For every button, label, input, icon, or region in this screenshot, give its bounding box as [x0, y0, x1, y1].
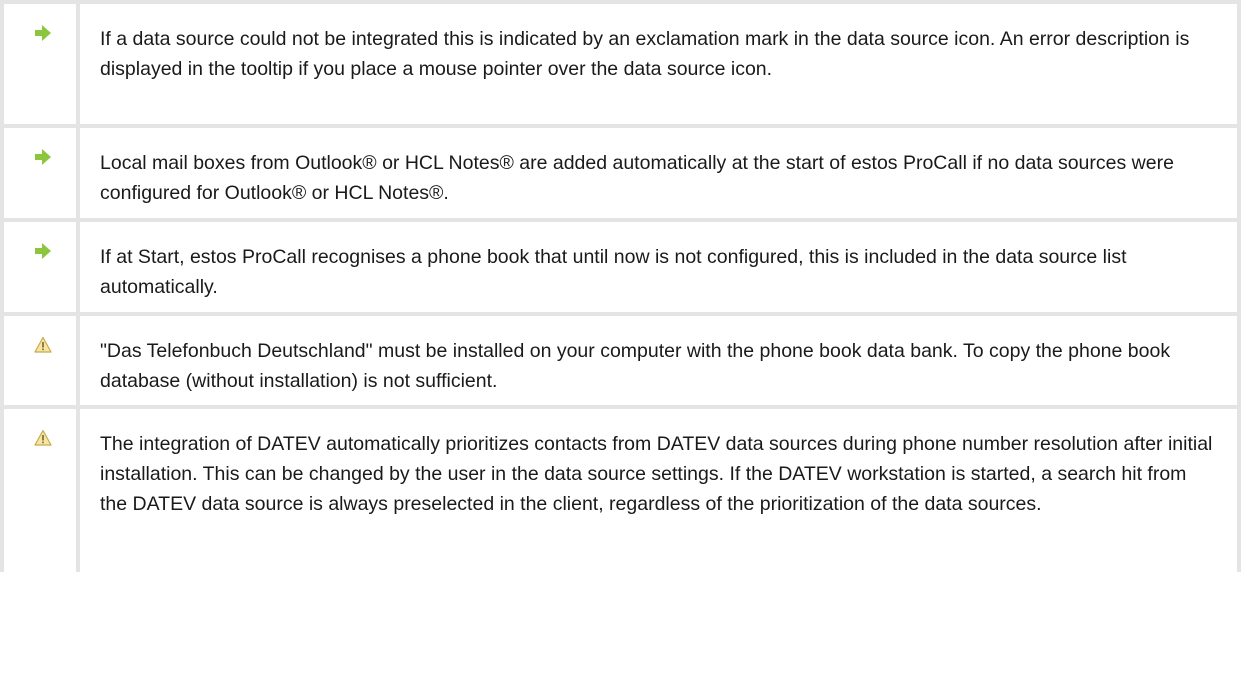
note-icon-cell — [4, 409, 80, 572]
note-icon-cell — [4, 128, 80, 218]
note-text: Local mail boxes from Outlook® or HCL No… — [100, 152, 1174, 204]
note-icon-cell — [4, 316, 80, 405]
note-text: "Das Telefonbuch Deutschland" must be in… — [100, 340, 1171, 392]
note-text: If at Start, estos ProCall recognises a … — [100, 246, 1127, 298]
note-text: The integration of DATEV automatically p… — [100, 433, 1213, 515]
arrow-right-icon — [35, 243, 51, 259]
note-icon-cell — [4, 222, 80, 312]
note-row: Local mail boxes from Outlook® or HCL No… — [4, 128, 1237, 222]
note-row: If at Start, estos ProCall recognises a … — [4, 222, 1237, 316]
note-icon-cell — [4, 4, 80, 124]
note-row: "Das Telefonbuch Deutschland" must be in… — [4, 316, 1237, 409]
arrow-right-icon — [35, 149, 51, 165]
notes-table: If a data source could not be integrated… — [0, 0, 1241, 572]
warning-icon — [34, 429, 52, 446]
warning-icon — [34, 336, 52, 353]
note-text: If a data source could not be integrated… — [100, 28, 1190, 80]
arrow-right-icon — [35, 25, 51, 41]
note-row: The integration of DATEV automatically p… — [4, 409, 1237, 572]
note-row: If a data source could not be integrated… — [4, 4, 1237, 128]
